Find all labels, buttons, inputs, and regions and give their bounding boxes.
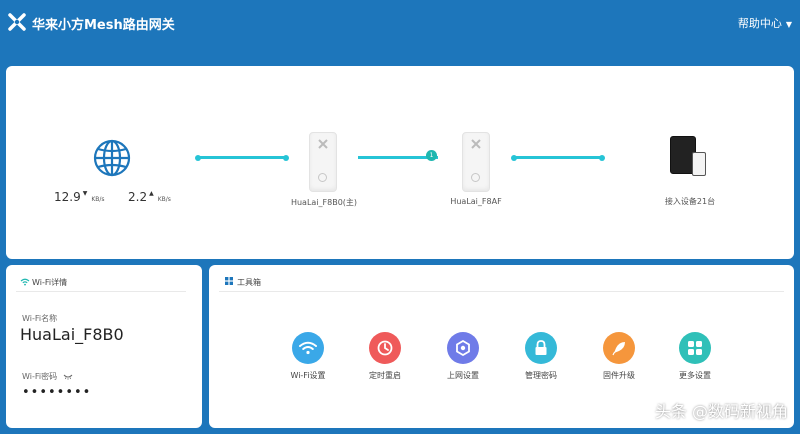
wifi-password-label-text: Wi-Fi密码: [22, 372, 58, 381]
download-speed: 12.9 ▼KB/s: [54, 190, 105, 204]
upload-speed-value: 2.2: [128, 190, 148, 204]
wifi-password-value: ••••••••: [22, 385, 92, 400]
router-led-icon: [318, 173, 327, 182]
upload-speed-unit: KB/s: [157, 196, 171, 203]
tool-label: 管理密码: [525, 371, 557, 380]
grid-small-icon: [225, 277, 233, 285]
tool-internet-settings[interactable]: 上网设置: [433, 332, 493, 381]
phone-icon: [692, 152, 706, 176]
toolbox-title: 工具箱: [237, 278, 261, 287]
top-bar: 华来小方Mesh路由网关 帮助中心 ▼: [0, 0, 800, 48]
wifi-small-icon: [20, 278, 30, 286]
help-center-menu[interactable]: 帮助中心 ▼: [738, 15, 792, 31]
eye-closed-icon[interactable]: [63, 374, 73, 380]
watermark: 头条 @数码新视角: [654, 402, 788, 421]
wifi-details-title: Wi-Fi详情: [32, 278, 68, 287]
tool-admin-password[interactable]: 管理密码: [511, 332, 571, 381]
tool-label: 固件升级: [603, 371, 635, 380]
hexagon-icon: [447, 332, 479, 364]
download-speed-unit: KB/s: [91, 196, 105, 203]
sub-router-image[interactable]: [462, 132, 490, 192]
download-speed-value: 12.9: [54, 190, 81, 204]
tool-wifi-settings[interactable]: Wi-Fi设置: [278, 332, 338, 381]
tool-label: 定时重启: [369, 371, 401, 380]
router-logo-icon: [471, 139, 481, 149]
rocket-icon: [603, 332, 635, 364]
chevron-down-icon: ▼: [785, 20, 792, 29]
upload-arrow-icon: ▲: [149, 190, 154, 197]
globe-icon: [93, 139, 131, 177]
tool-label: 上网设置: [447, 371, 479, 380]
wifi-password-label: Wi-Fi密码: [22, 371, 73, 382]
wifi-name-label: Wi-Fi名称: [22, 314, 58, 323]
router-led-icon: [471, 173, 480, 182]
divider: [16, 291, 186, 292]
download-arrow-icon: ▼: [82, 190, 88, 197]
sub-router-label: HuaLai_F8AF: [450, 197, 502, 206]
mesh-link-badge: 1: [426, 150, 437, 161]
logo-icon: [8, 13, 26, 31]
internet-link-line: [198, 156, 286, 159]
wifi-details-card: Wi-Fi详情 Wi-Fi名称 HuaLai_F8B0 Wi-Fi密码 ••••…: [6, 265, 202, 428]
divider: [219, 291, 784, 292]
grid-icon: [679, 332, 711, 364]
clock-icon: [369, 332, 401, 364]
connected-devices-label[interactable]: 接入设备21台: [650, 196, 730, 207]
upload-speed: 2.2 ▲KB/s: [128, 190, 171, 204]
link-end-dot: [283, 154, 289, 161]
tool-firmware-upgrade[interactable]: 固件升级: [589, 332, 649, 381]
wifi-icon: [292, 332, 324, 364]
main-router-label: HuaLai_F8B0(主): [290, 198, 358, 207]
tool-label: Wi-Fi设置: [290, 371, 326, 380]
connected-devices-icon[interactable]: [670, 136, 710, 178]
app-title: 华来小方Mesh路由网关: [32, 18, 175, 33]
main-router-image[interactable]: [309, 132, 337, 192]
network-topology-card: 12.9 ▼KB/s 2.2 ▲KB/s HuaLai_F8B0(主) 1 HuaL…: [6, 66, 794, 259]
link-end-dot: [599, 154, 605, 161]
tool-scheduled-reboot[interactable]: 定时重启: [355, 332, 415, 381]
wifi-name-value: HuaLai_F8B0: [20, 325, 124, 344]
tool-more-settings[interactable]: 更多设置: [665, 332, 725, 381]
help-center-label: 帮助中心: [737, 17, 782, 30]
router-logo-icon: [318, 139, 328, 149]
lock-icon: [525, 332, 557, 364]
tool-label: 更多设置: [679, 371, 711, 380]
device-link-line: [514, 156, 602, 159]
